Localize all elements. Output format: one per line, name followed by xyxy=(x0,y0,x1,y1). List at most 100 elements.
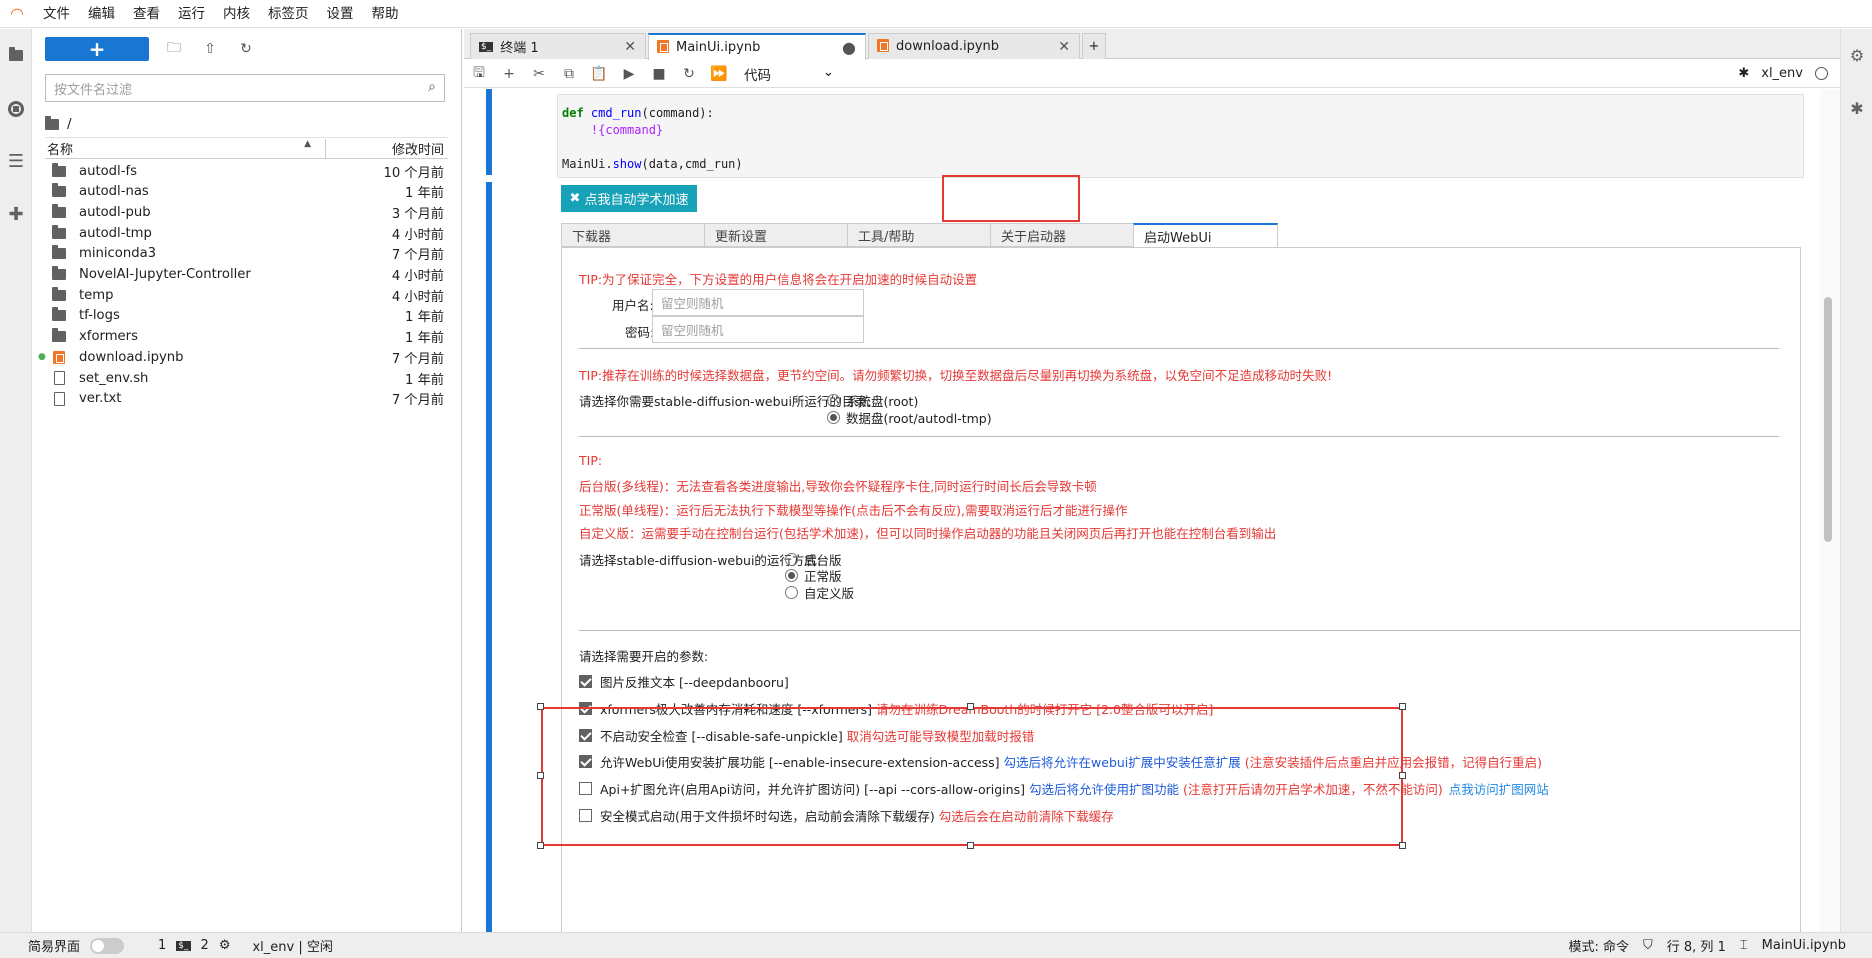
highlight-box-params xyxy=(541,707,1403,846)
toc-icon[interactable]: ☰ xyxy=(0,135,32,188)
terminal-icon: $_ xyxy=(479,41,494,52)
code-cell[interactable]: def cmd_run(command): !{command} MainUi.… xyxy=(557,94,1804,178)
tab-mainui[interactable]: MainUi.ipynb ● xyxy=(648,33,866,60)
menu-run[interactable]: 运行 xyxy=(169,0,214,28)
menu-help[interactable]: 帮助 xyxy=(363,0,408,28)
column-modified[interactable]: 修改时间 xyxy=(325,138,448,158)
menu-settings[interactable]: 设置 xyxy=(318,0,363,28)
file-name: autodl-pub xyxy=(79,204,151,220)
username-field[interactable]: 留空则随机 xyxy=(652,289,864,316)
search-icon: ⌕ xyxy=(428,79,436,95)
run-icon[interactable]: ▶ xyxy=(614,66,644,82)
terminal-count[interactable]: 1 xyxy=(158,938,166,953)
kernel-name[interactable]: xl_env xyxy=(1761,66,1803,81)
new-folder-icon[interactable]: 🗀 xyxy=(162,37,186,61)
radio-data-disk[interactable]: 数据盘(root/autodl-tmp) xyxy=(827,408,992,427)
cell-collapser[interactable] xyxy=(486,89,492,175)
bug-icon[interactable]: ✱ xyxy=(1738,66,1749,81)
menu-file[interactable]: 文件 xyxy=(34,0,79,28)
tab-tools-help[interactable]: 工具/帮助 xyxy=(847,223,990,247)
auto-accel-button[interactable]: ✖ 点我自动学术加速 xyxy=(561,185,697,212)
refresh-icon[interactable]: ↻ xyxy=(234,37,258,61)
fast-forward-icon[interactable]: ⏩ xyxy=(704,66,734,82)
breadcrumb[interactable]: / xyxy=(45,113,72,135)
extension-icon[interactable]: ✚ xyxy=(0,188,32,241)
outpaint-site-link[interactable]: 点我访问扩图网站 xyxy=(1449,779,1549,798)
resize-handle[interactable] xyxy=(537,772,544,779)
unsaved-dot-icon[interactable]: ● xyxy=(842,38,856,57)
status-bar: 简易界面 1 $_ 2 ⚙ xl_env | 空闲 模式: 命令 ⛉ 行 8, … xyxy=(0,932,1872,958)
running-icon[interactable] xyxy=(0,82,32,135)
cell-collapser[interactable] xyxy=(486,182,492,932)
checkbox-label: 图片反推文本 [--deepdanbooru] xyxy=(600,675,789,690)
resize-handle[interactable] xyxy=(967,703,974,710)
password-field[interactable]: 留空则随机 xyxy=(652,316,864,343)
file-name: xformers xyxy=(79,329,138,345)
folder-icon xyxy=(49,286,69,301)
file-row[interactable]: ver.txt 7 个月前 xyxy=(45,387,448,411)
new-launcher-button[interactable]: + xyxy=(45,37,149,61)
menu-edit[interactable]: 编辑 xyxy=(79,0,124,28)
resize-handle[interactable] xyxy=(1399,772,1406,779)
resize-handle[interactable] xyxy=(1399,703,1406,710)
folder-icon xyxy=(49,328,69,343)
code-text: (data,cmd_run) xyxy=(641,157,743,171)
folder-icon xyxy=(49,183,69,198)
scrollbar-thumb[interactable] xyxy=(1824,297,1832,542)
cell-type-select[interactable]: 代码 ⌄ xyxy=(744,64,834,84)
cut-icon[interactable]: ✂ xyxy=(524,66,554,82)
radio-circle xyxy=(785,569,798,582)
resize-handle[interactable] xyxy=(1399,842,1406,849)
folder-icon[interactable] xyxy=(0,29,32,82)
tip-custom: 自定义版：运需要手动在控制台运行(包括学术加速)，但可以同时操作启动器的功能且关… xyxy=(579,526,1277,541)
column-name-label: 名称 xyxy=(47,142,74,158)
column-name[interactable]: 名称 ▲ xyxy=(45,139,325,158)
add-cell-icon[interactable]: + xyxy=(494,66,524,82)
add-tab-button[interactable]: + xyxy=(1082,33,1106,59)
tab-download[interactable]: download.ipynb ✕ xyxy=(868,33,1080,59)
save-icon[interactable]: 🖫 xyxy=(464,62,494,86)
upload-icon[interactable]: ⇧ xyxy=(198,37,222,61)
cursor-position[interactable]: 行 8, 列 1 xyxy=(1667,936,1726,955)
restart-icon[interactable]: ↻ xyxy=(674,66,704,82)
paste-icon[interactable]: 📋 xyxy=(584,66,614,82)
tab-update-settings[interactable]: 更新设置 xyxy=(704,223,847,247)
notebook-area: def cmd_run(command): !{command} MainUi.… xyxy=(464,89,1820,932)
tab-about[interactable]: 关于启动器 xyxy=(990,223,1133,247)
close-icon[interactable]: ✕ xyxy=(624,39,636,55)
tab-launch-webui[interactable]: 启动WebUi xyxy=(1133,223,1278,248)
resize-handle[interactable] xyxy=(537,703,544,710)
radio-label: 自定义版 xyxy=(804,586,855,601)
tab-terminal[interactable]: $_ 终端 1 ✕ xyxy=(470,33,646,59)
running-dot-icon: ● xyxy=(38,352,46,363)
resize-handle[interactable] xyxy=(537,842,544,849)
left-sidebar: ☰ ✚ xyxy=(0,29,32,932)
debugger-icon[interactable]: ✱ xyxy=(1841,82,1872,135)
radio-custom[interactable]: 自定义版 xyxy=(785,583,854,602)
menu-tabs[interactable]: 标签页 xyxy=(259,0,318,28)
file-filter-input[interactable]: 按文件名过滤 ⌕ xyxy=(45,74,445,102)
kernel-status[interactable]: xl_env | 空闲 xyxy=(252,936,332,955)
params-label: 请选择需要开启的参数: xyxy=(579,649,709,664)
close-icon[interactable]: ✕ xyxy=(1058,39,1070,55)
menu-kernel[interactable]: 内核 xyxy=(214,0,259,28)
stop-icon[interactable]: ■ xyxy=(644,66,674,82)
kernel-count[interactable]: 2 xyxy=(201,938,209,953)
highlight-box-tab xyxy=(942,175,1080,222)
file-modified: 3 个月前 xyxy=(391,206,444,222)
simple-mode-toggle[interactable] xyxy=(90,937,125,954)
current-file: MainUi.ipynb xyxy=(1761,938,1846,953)
file-modified: 7 个月前 xyxy=(391,248,444,264)
mode-indicator[interactable]: 模式: 命令 xyxy=(1568,936,1629,955)
breadcrumb-root[interactable]: / xyxy=(67,116,72,132)
checkbox-deepdanbooru[interactable]: 图片反推文本 [--deepdanbooru] xyxy=(579,672,789,691)
radio-circle xyxy=(827,411,840,424)
menu-view[interactable]: 查看 xyxy=(124,0,169,28)
property-inspector-icon[interactable]: ⚙ xyxy=(1841,29,1872,82)
code-function: show xyxy=(612,157,642,171)
menu-bar: ◠ 文件 编辑 查看 运行 内核 标签页 设置 帮助 xyxy=(0,0,1872,28)
copy-icon[interactable]: ⧉ xyxy=(554,66,584,82)
code-function: cmd_run xyxy=(590,106,642,120)
tab-downloader[interactable]: 下载器 xyxy=(561,223,704,247)
resize-handle[interactable] xyxy=(967,842,974,849)
